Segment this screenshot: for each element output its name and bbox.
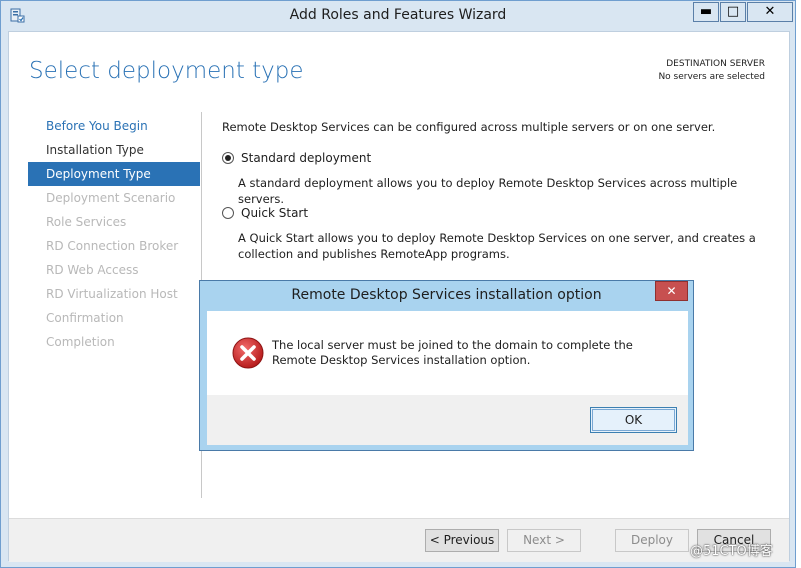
nav-item-before-you-begin[interactable]: Before You Begin xyxy=(28,114,200,138)
dialog-close-button[interactable]: ✕ xyxy=(655,281,688,301)
nav-item-completion: Completion xyxy=(46,335,115,349)
destination-label: DESTINATION SERVER xyxy=(666,59,765,69)
title-bar[interactable]: Add Roles and Features Wizard ▬ □ ✕ xyxy=(1,1,795,31)
quick-start-description: A Quick Start allows you to deploy Remot… xyxy=(238,231,756,261)
nav-item-installation-type[interactable]: Installation Type xyxy=(28,138,200,162)
dialog-message-area: The local server must be joined to the d… xyxy=(207,311,688,395)
next-button[interactable]: Next > xyxy=(507,529,581,552)
standard-deployment-label[interactable]: Standard deployment xyxy=(241,151,371,165)
nav-item-deployment-scenario: Deployment Scenario xyxy=(46,191,176,205)
nav-item-rd-connection-broker: RD Connection Broker xyxy=(46,239,179,253)
previous-button[interactable]: < Previous xyxy=(425,529,499,552)
nav-item-deployment-type[interactable]: Deployment Type xyxy=(28,162,200,186)
ok-button[interactable]: OK xyxy=(590,407,677,433)
watermark: @51CTO博客 xyxy=(690,544,773,559)
close-button[interactable]: ✕ xyxy=(747,2,793,22)
dialog-body: The local server must be joined to the d… xyxy=(207,311,688,445)
quick-start-radio[interactable] xyxy=(222,207,234,219)
wizard-nav: Before You Begin Installation Type Deplo… xyxy=(28,114,200,354)
standard-deployment-option[interactable]: Standard deployment xyxy=(222,150,371,166)
intro-text: Remote Desktop Services can be configure… xyxy=(222,120,716,134)
nav-item-role-services: Role Services xyxy=(46,215,127,229)
window-title: Add Roles and Features Wizard xyxy=(289,7,507,23)
error-dialog: Remote Desktop Services installation opt… xyxy=(199,280,694,451)
minimize-button[interactable]: ▬ xyxy=(693,2,719,22)
standard-deployment-radio[interactable] xyxy=(222,152,234,164)
dialog-message: The local server must be joined to the d… xyxy=(272,338,633,367)
nav-item-rd-web-access: RD Web Access xyxy=(46,263,139,277)
quick-start-label[interactable]: Quick Start xyxy=(241,206,308,220)
dialog-button-area: OK xyxy=(207,395,688,445)
dialog-title: Remote Desktop Services installation opt… xyxy=(291,287,602,303)
standard-deployment-description: A standard deployment allows you to depl… xyxy=(238,176,738,206)
destination-server: DESTINATION SERVER No servers are select… xyxy=(658,58,765,84)
quick-start-option[interactable]: Quick Start xyxy=(222,205,308,221)
error-icon xyxy=(232,337,264,369)
nav-item-confirmation: Confirmation xyxy=(46,311,124,325)
destination-value: No servers are selected xyxy=(658,72,765,82)
nav-item-rd-virtualization-host: RD Virtualization Host xyxy=(46,287,178,301)
wizard-footer: < Previous Next > Deploy Cancel xyxy=(9,518,789,562)
maximize-button[interactable]: □ xyxy=(720,2,746,22)
page-title: Select deployment type xyxy=(29,58,304,84)
deploy-button[interactable]: Deploy xyxy=(615,529,689,552)
deployment-options: Remote Desktop Services can be configure… xyxy=(222,120,782,261)
